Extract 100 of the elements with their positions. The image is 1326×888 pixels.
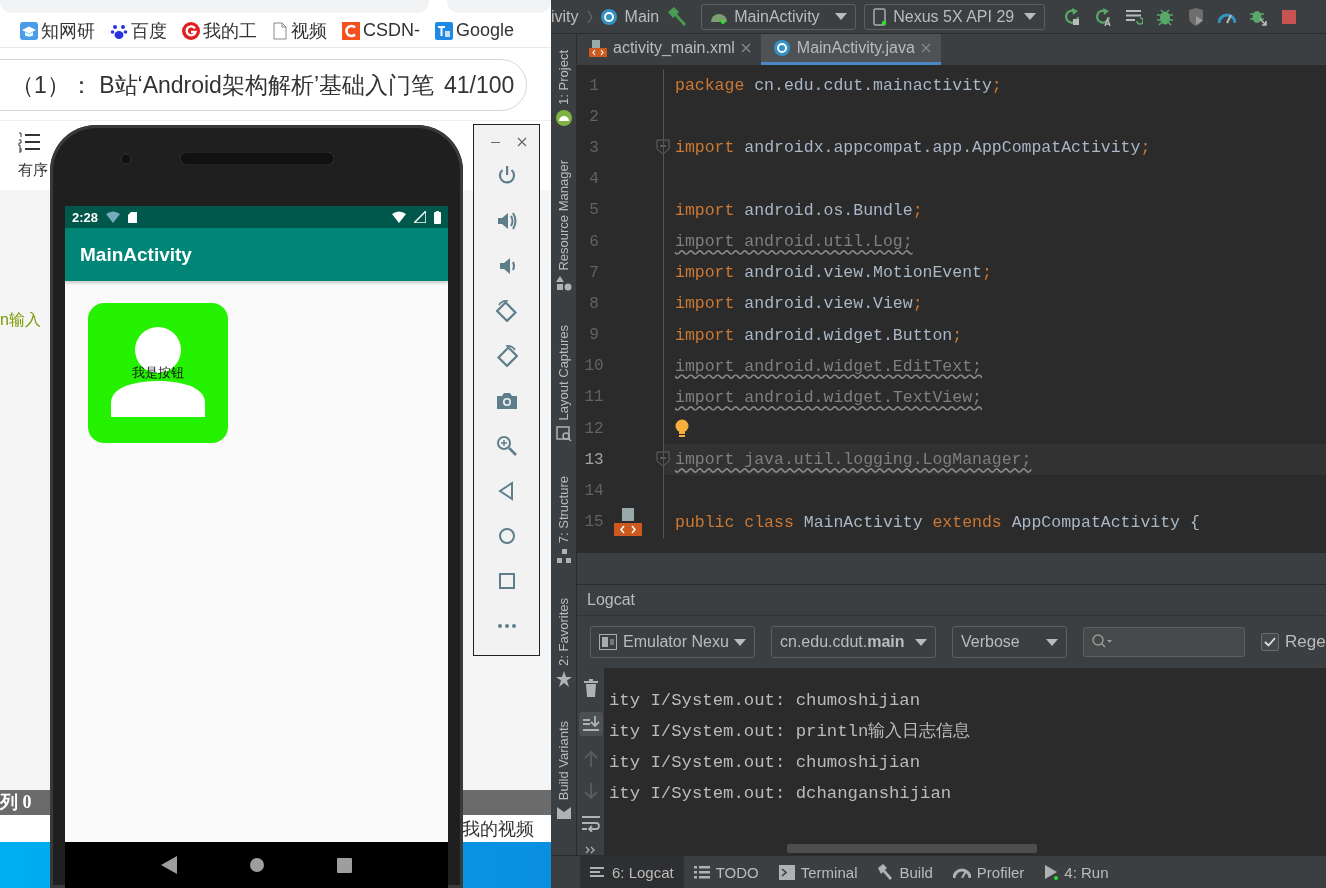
- log-line: ity I/System.out: println输入日志信息: [609, 721, 972, 743]
- more-chevron-icon[interactable]: [584, 846, 597, 854]
- line-number: 8: [588, 294, 600, 313]
- back-icon[interactable]: [161, 856, 177, 874]
- line-number: 10: [583, 357, 605, 376]
- line-number: 2: [588, 107, 600, 126]
- log-level-dropdown[interactable]: Verbose: [952, 626, 1067, 658]
- bug-icon[interactable]: [1156, 7, 1175, 26]
- breadcrumb[interactable]: ivity: [551, 7, 579, 26]
- structure-icon[interactable]: [555, 548, 572, 565]
- rerun-icon[interactable]: [1063, 7, 1082, 26]
- shapes-icon[interactable]: [555, 275, 572, 292]
- hammer-icon: [877, 864, 894, 880]
- tool-window-tab[interactable]: TODO: [683, 856, 769, 888]
- log-line: ity I/System.out: dchanganshijian: [609, 783, 953, 805]
- code-line: import android.widget.TextView;: [675, 387, 982, 407]
- soft-wrap-icon[interactable]: [580, 814, 601, 832]
- apply-changes-icon[interactable]: [1094, 7, 1113, 26]
- play-icon: [1044, 864, 1059, 880]
- trash-icon[interactable]: [582, 678, 599, 698]
- layout-file-icon: [589, 39, 607, 57]
- bookmark[interactable]: 百度: [110, 18, 167, 43]
- wifi-icon: [106, 211, 121, 223]
- line-number: 9: [588, 326, 600, 345]
- bookmark[interactable]: Google: [435, 20, 515, 41]
- bookmark[interactable]: CSDN-: [342, 20, 420, 41]
- tool-window-tab[interactable]: Resource Manager: [555, 159, 572, 292]
- stop-icon[interactable]: [1280, 7, 1299, 26]
- code-line: import android.view.View;: [675, 294, 923, 314]
- tool-window-tab[interactable]: 1: Project: [555, 50, 572, 126]
- tool-window-tab[interactable]: Layout Captures: [555, 325, 572, 442]
- caret-icon: [1046, 638, 1058, 646]
- check-icon: [1264, 637, 1276, 647]
- tool-window-tab[interactable]: Build Variants: [555, 721, 572, 822]
- code-line: import androidx.appcompat.app.AppCompatActivity;: [675, 138, 1151, 158]
- line-number: 12: [583, 419, 605, 438]
- search-icon: [1092, 634, 1112, 650]
- hammer-icon[interactable]: [667, 6, 688, 27]
- close-icon[interactable]: [516, 137, 527, 147]
- breadcrumb[interactable]: Main: [624, 7, 660, 26]
- layout-inspector-icon[interactable]: [555, 425, 572, 442]
- android-icon[interactable]: [555, 109, 572, 126]
- search-field[interactable]: [1083, 627, 1245, 657]
- layout-file-icon[interactable]: [614, 507, 642, 538]
- caret-icon: [734, 638, 746, 646]
- speaker-grille-icon: [180, 152, 334, 165]
- tool-window-tab[interactable]: 6: Logcat: [580, 856, 684, 888]
- device-dropdown[interactable]: Nexus 5X API 29: [864, 3, 1046, 30]
- overview-icon[interactable]: [337, 857, 352, 873]
- panel-title: Logcat: [577, 585, 1326, 616]
- star-icon[interactable]: [555, 671, 572, 687]
- log-line: ity I/System.out: chumoshijian: [609, 690, 922, 712]
- search-field[interactable]: [447, 0, 551, 13]
- package-dropdown[interactable]: cn.edu.cdut.main: [771, 626, 936, 658]
- code-line: package cn.edu.cdut.mainactivity;: [675, 76, 1002, 96]
- regex-checkbox[interactable]: Rege: [1261, 632, 1326, 652]
- toolbar-item[interactable]: 有序: [18, 131, 48, 180]
- close-icon[interactable]: [740, 43, 751, 53]
- line-number: 13: [583, 450, 605, 469]
- camera-icon[interactable]: [495, 390, 518, 412]
- bookmark[interactable]: 知网研: [20, 18, 95, 43]
- editor-tab[interactable]: activity_main.xml: [577, 34, 761, 65]
- signal-icon: [414, 211, 426, 223]
- home-icon[interactable]: [249, 857, 265, 873]
- tool-window-tab[interactable]: Build: [867, 856, 943, 888]
- line-number: 3: [588, 138, 600, 157]
- terminal-icon: [778, 864, 795, 880]
- caret-icon: [1024, 13, 1037, 20]
- tool-window-tab[interactable]: 2: Favorites: [555, 598, 572, 687]
- tool-window-tab[interactable]: 4: Run: [1034, 856, 1119, 888]
- bookmark[interactable]: 视频: [272, 18, 327, 43]
- caret-icon: [915, 638, 927, 646]
- light-bulb-icon[interactable]: [675, 418, 689, 439]
- bookmark[interactable]: 我的工: [182, 18, 257, 43]
- run-config-dropdown[interactable]: MainActivity: [701, 3, 857, 30]
- code-line: import android.os.Bundle;: [675, 200, 923, 220]
- code-line: import java.util.logging.LogManager;: [675, 450, 1032, 470]
- log-line: ity I/System.out: chumoshijian: [609, 752, 922, 774]
- shield-play-icon[interactable]: [1187, 7, 1206, 26]
- tool-window-tab[interactable]: Profiler: [942, 856, 1035, 888]
- gauge-icon: [952, 866, 971, 878]
- editor-tab[interactable]: MainActivity.java: [760, 34, 941, 65]
- volume-up-icon[interactable]: [495, 210, 518, 232]
- scroll-to-end-icon[interactable]: [578, 712, 603, 736]
- tool-window-tab[interactable]: Terminal: [768, 856, 868, 888]
- battery-icon: [434, 210, 441, 224]
- rotate-left-icon[interactable]: [495, 300, 518, 322]
- code-line: import android.widget.Button;: [675, 325, 963, 345]
- tool-window-tab[interactable]: 7: Structure: [555, 475, 572, 565]
- apply-code-icon[interactable]: [1125, 7, 1144, 26]
- zoom-in-icon[interactable]: [495, 435, 518, 457]
- line-number: 6: [588, 232, 600, 251]
- rotate-right-icon[interactable]: [495, 345, 518, 367]
- title-text: （1）： B站‘Android架构解析’基础入门笔: [11, 70, 435, 100]
- build-variants-icon[interactable]: [555, 805, 572, 822]
- close-icon[interactable]: [920, 43, 931, 53]
- device-dropdown[interactable]: Emulator Nexu: [590, 626, 755, 658]
- class-icon: [772, 39, 791, 57]
- video-link[interactable]: 我的视频: [462, 819, 534, 839]
- scrollbar-thumb[interactable]: [787, 844, 1037, 853]
